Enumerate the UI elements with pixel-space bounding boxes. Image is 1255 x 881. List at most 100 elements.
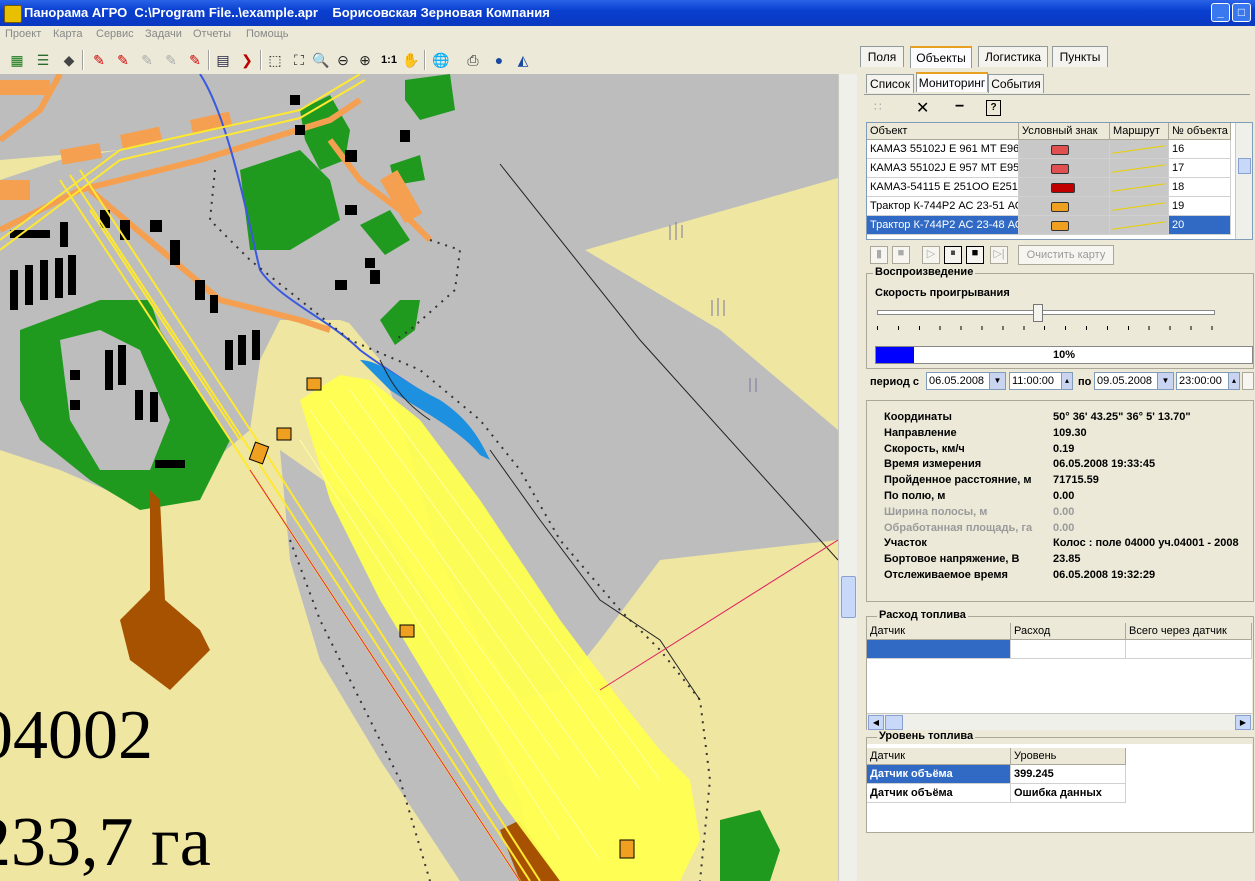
tab-events[interactable]: События	[988, 74, 1044, 93]
period-apply-button[interactable]	[1242, 372, 1254, 390]
col-consumption[interactable]: Расход	[1011, 623, 1126, 640]
col-level-sensor[interactable]: Датчик	[867, 748, 1011, 765]
period-to-label: по	[1078, 376, 1092, 388]
object-edit-icon[interactable]: ✎	[138, 51, 156, 69]
list-icon[interactable]: ▤	[214, 51, 232, 69]
table-row-symbol[interactable]	[1019, 140, 1110, 159]
menu-service[interactable]: Сервис	[96, 28, 134, 40]
table-row-object-name[interactable]: КАМАЗ 55102J Е 957 МТ Е95	[867, 159, 1019, 178]
play-button[interactable]: ▷	[922, 246, 940, 264]
map-canvas[interactable]: 04002 233,7 га	[0, 74, 838, 881]
zoom-out-icon[interactable]: ⊖	[334, 51, 352, 69]
table-row-number[interactable]: 16	[1169, 140, 1231, 159]
speed-slider-track[interactable]	[877, 310, 1215, 315]
table-row-symbol[interactable]	[1019, 159, 1110, 178]
tab-objects[interactable]: Объекты	[910, 46, 972, 68]
table-row-symbol[interactable]	[1019, 178, 1110, 197]
scroll-right-icon[interactable]: ▶	[1235, 715, 1251, 730]
fuel-consumption-hscrollbar[interactable]: ◀ ▶	[867, 713, 1252, 730]
menu-tasks[interactable]: Задачи	[145, 28, 182, 40]
menu-map[interactable]: Карта	[53, 28, 82, 40]
pan-hand-icon[interactable]: ✋	[402, 51, 420, 69]
table-row[interactable]	[867, 640, 1011, 659]
col-object[interactable]: Объект	[867, 123, 1019, 140]
scale-1-1-button[interactable]: 1:1	[378, 51, 400, 69]
minimize-button[interactable]: _	[1211, 3, 1230, 22]
map-view[interactable]: 04002 233,7 га	[0, 74, 838, 881]
col-route[interactable]: Маршрут	[1110, 123, 1169, 140]
table-row-route[interactable]	[1110, 159, 1169, 178]
object-add-icon[interactable]: ✎	[114, 51, 132, 69]
zoom-extent-icon[interactable]: ⛶	[290, 51, 308, 69]
printer-icon[interactable]: ⎙	[464, 51, 482, 69]
maximize-button[interactable]: □	[1232, 3, 1251, 22]
sphere-icon[interactable]: ●	[490, 51, 508, 69]
table-row-route[interactable]	[1110, 197, 1169, 216]
table-row-route[interactable]	[1110, 140, 1169, 159]
col-object-number[interactable]: № объекта	[1169, 123, 1231, 140]
table-row-number[interactable]: 18	[1169, 178, 1231, 197]
table-row-symbol[interactable]	[1019, 197, 1110, 216]
rewind-button[interactable]: ▮	[870, 246, 888, 264]
map-vertical-scrollbar[interactable]	[838, 74, 857, 881]
speed-slider-thumb[interactable]	[1033, 304, 1043, 322]
grid-dots-icon[interactable]: ∷	[874, 100, 882, 114]
menu-reports[interactable]: Отчеты	[193, 28, 231, 40]
col-total-through-sensor[interactable]: Всего через датчик	[1126, 623, 1252, 640]
close-x-icon[interactable]: ✕	[916, 98, 929, 118]
help-icon[interactable]: ?	[986, 100, 1001, 116]
clear-map-button[interactable]: Очистить карту	[1018, 245, 1114, 265]
object-move-icon[interactable]: ✎	[162, 51, 180, 69]
objects-table-scrollbar[interactable]	[1235, 123, 1252, 239]
table-row-route[interactable]	[1110, 216, 1169, 235]
minus-icon[interactable]: −	[955, 98, 964, 116]
forward-button[interactable]: ▷|	[990, 246, 1008, 264]
period-to-date[interactable]: 09.05.2008 ▼	[1094, 372, 1174, 390]
period-to-time[interactable]: 23:00:00 ▴	[1176, 372, 1240, 390]
tab-points[interactable]: Пункты	[1052, 46, 1108, 67]
period-from-time[interactable]: 11:00:00 ▴	[1009, 372, 1073, 390]
tool-icon[interactable]: ◆	[60, 51, 78, 69]
route-line-icon	[1112, 221, 1166, 230]
zoom-icon[interactable]: 🔍	[312, 51, 330, 69]
col-level[interactable]: Уровень	[1011, 748, 1126, 765]
fuel-level-row-2-sensor[interactable]: Датчик объёма	[867, 784, 1011, 803]
layers-icon[interactable]: ▦	[8, 51, 26, 69]
scroll-left-icon[interactable]: ◀	[868, 715, 884, 730]
table-row-number[interactable]: 19	[1169, 197, 1231, 216]
table-row-object-name[interactable]: КАМАЗ 55102J Е 961 МТ Е96	[867, 140, 1019, 159]
select-rect-icon[interactable]: ⬚	[266, 51, 284, 69]
menu-help[interactable]: Помощь	[246, 28, 289, 40]
table-row-number[interactable]: 20	[1169, 216, 1231, 235]
fuel-level-row-2-level[interactable]: Ошибка данных	[1011, 784, 1126, 803]
menu-project[interactable]: Проект	[5, 28, 41, 40]
object-delete-icon[interactable]: ✎	[186, 51, 204, 69]
globe-icon[interactable]: 🌐	[432, 51, 450, 69]
table-row-object-name[interactable]: Трактор К-744Р2 АС 23-51 АС	[867, 197, 1019, 216]
table-row-symbol[interactable]	[1019, 216, 1110, 235]
navigator-icon[interactable]: ◭	[514, 51, 532, 69]
fuel-level-row-1-sensor[interactable]: Датчик объёма	[867, 765, 1011, 784]
col-sensor[interactable]: Датчик	[867, 623, 1011, 640]
table-row-object-name[interactable]: КАМАЗ-54115 Е 251ОО Е251(	[867, 178, 1019, 197]
table-row-object-name[interactable]: Трактор К-744Р2 АС 23-48 АС	[867, 216, 1019, 235]
table-row-number[interactable]: 17	[1169, 159, 1231, 178]
table-row-route[interactable]	[1110, 178, 1169, 197]
fuel-level-row-1-level[interactable]: 399.245	[1011, 765, 1126, 784]
stop-record-button[interactable]: ■	[966, 246, 984, 264]
pause-button[interactable]: ⏸	[944, 246, 962, 264]
tab-list[interactable]: Список	[866, 74, 914, 93]
col-symbol[interactable]: Условный знак	[1019, 123, 1110, 140]
arrow-right-icon[interactable]: ❯	[238, 51, 256, 69]
zoom-in-icon[interactable]: ⊕	[356, 51, 374, 69]
tab-logistics[interactable]: Логистика	[978, 46, 1048, 67]
tab-monitoring[interactable]: Мониторинг	[916, 72, 988, 92]
object-select-icon[interactable]: ✎	[90, 51, 108, 69]
route-line-icon	[1112, 164, 1166, 173]
tab-fields[interactable]: Поля	[860, 46, 904, 67]
info-value: 109.30	[1053, 426, 1087, 439]
map-scroll-thumb[interactable]	[841, 576, 856, 618]
stack-icon[interactable]: ☰	[34, 51, 52, 69]
period-from-date[interactable]: 06.05.2008 ▼	[926, 372, 1006, 390]
stop-button[interactable]: ■	[892, 246, 910, 264]
